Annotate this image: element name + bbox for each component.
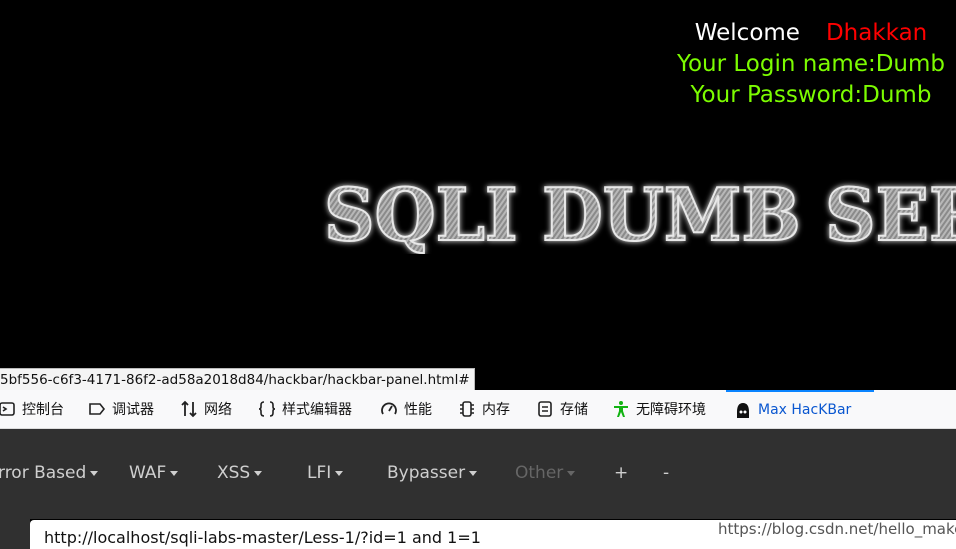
tab-label: 存储 [560, 402, 588, 418]
tab-label: 调试器 [112, 402, 154, 418]
menu-bypasser[interactable]: Bypasser [387, 455, 478, 491]
console-icon [0, 400, 16, 418]
tab-label: 性能 [404, 402, 432, 418]
tab-performance[interactable]: 性能 [380, 390, 432, 428]
tab-label: 样式编辑器 [282, 402, 352, 418]
tab-network[interactable]: 网络 [180, 390, 232, 428]
hackbar-panel-edge [0, 519, 30, 549]
devtools-toolbar: 控制台 调试器 网络 样式编辑器 性能 内存 存储 无障碍环境 Max HacK… [0, 390, 956, 429]
menu-label: rror Based [0, 463, 87, 483]
welcome-block: Welcome Dhakkan Your Login name:Dumb Your… [676, 18, 946, 113]
tab-style-editor[interactable]: 样式编辑器 [258, 390, 352, 428]
sqli-dumb-series-banner: SQLI DUMB SERIES [320, 168, 956, 254]
menu-other[interactable]: Other [515, 455, 576, 491]
tab-debugger[interactable]: 调试器 [88, 390, 154, 428]
accessibility-icon [612, 400, 630, 418]
tab-max-hackbar[interactable]: Max HacKBar [726, 390, 874, 428]
chevron-down-icon [170, 470, 179, 476]
hackbar-icon [734, 401, 752, 419]
chevron-down-icon [335, 470, 344, 476]
network-icon [180, 400, 198, 418]
menu-xss[interactable]: XSS [217, 455, 263, 491]
debugger-icon [88, 400, 106, 418]
menu-label: Bypasser [387, 463, 466, 483]
style-editor-icon [258, 400, 276, 418]
tab-storage[interactable]: 存储 [536, 390, 588, 428]
status-url: 5bf556-c6f3-4171-86f2-ad58a2018d84/hackb… [0, 368, 475, 392]
chevron-down-icon [469, 470, 478, 476]
menu-lfi[interactable]: LFI [307, 455, 344, 491]
tab-label: 无障碍环境 [636, 402, 706, 418]
tab-label: 内存 [482, 402, 510, 418]
menu-waf[interactable]: WAF [129, 455, 179, 491]
login-name-text: Your Login name:Dumb [676, 51, 946, 77]
tab-console[interactable]: 控制台 [0, 390, 64, 428]
storage-icon [536, 400, 554, 418]
menu-error-based[interactable]: rror Based [0, 455, 99, 491]
welcome-line: Welcome Dhakkan [676, 18, 946, 49]
remove-button[interactable]: - [663, 455, 669, 491]
browser-window: Welcome Dhakkan Your Login name:Dumb Your… [0, 0, 956, 549]
tab-label: 网络 [204, 402, 232, 418]
password-text: Your Password:Dumb [690, 82, 932, 108]
welcome-label: Welcome [694, 20, 800, 46]
menu-label: WAF [129, 463, 167, 483]
hackbar-toolbar: rror Based WAF XSS LFI Bypasser Other + … [0, 429, 956, 519]
performance-icon [380, 400, 398, 418]
tab-accessibility[interactable]: 无障碍环境 [612, 390, 706, 428]
menu-label: XSS [217, 463, 251, 483]
watermark: https://blog.csdn.net/hello_make [718, 520, 956, 538]
chevron-down-icon [254, 470, 263, 476]
menu-label: LFI [307, 463, 332, 483]
menu-label: Other [515, 463, 564, 483]
chevron-down-icon [567, 470, 576, 476]
tab-label: Max HacKBar [758, 402, 852, 418]
tab-label: 控制台 [22, 402, 64, 418]
banner-text: SQLI DUMB SERIES [324, 172, 956, 254]
username: Dhakkan [825, 20, 928, 46]
tab-memory[interactable]: 内存 [458, 390, 510, 428]
url-value: http://localhost/sqli-labs-master/Less-1… [44, 528, 481, 547]
memory-icon [458, 400, 476, 418]
add-button[interactable]: + [614, 455, 628, 491]
chevron-down-icon [90, 470, 99, 476]
